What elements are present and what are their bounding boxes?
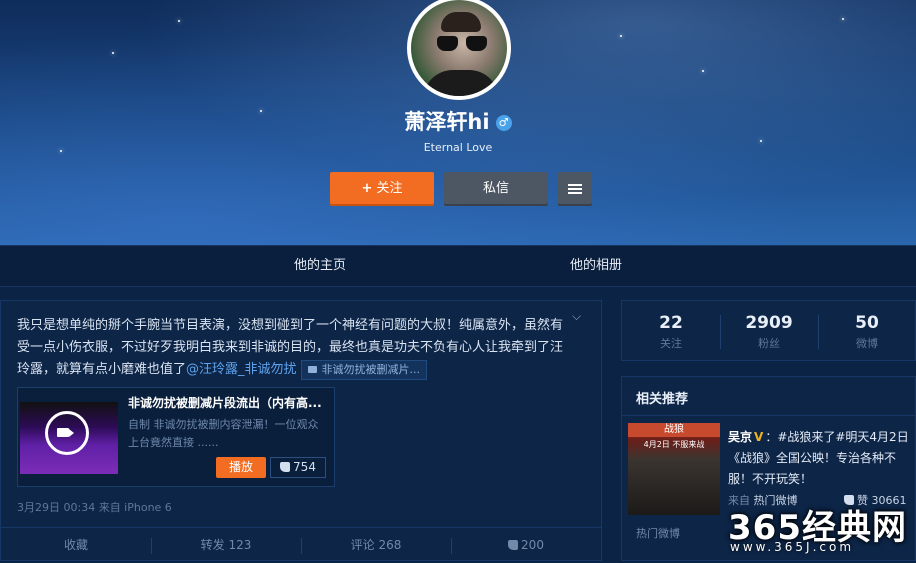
like-count: 200 xyxy=(521,538,544,552)
stat-posts[interactable]: 50 微博 xyxy=(818,313,916,351)
profile-name-row: 萧泽轩hi ♂ xyxy=(0,106,916,136)
hot-weibo-label: 热门微博 xyxy=(636,527,680,540)
video-camera-icon xyxy=(57,428,74,437)
divider xyxy=(622,415,915,416)
recommend-user-link[interactable]: 吴京 xyxy=(728,430,752,444)
male-gender-icon: ♂ xyxy=(495,115,512,131)
chevron-down-icon[interactable]: ⌵ xyxy=(572,309,586,323)
message-button-label: 私信 xyxy=(482,181,509,196)
stat-following[interactable]: 22 关注 xyxy=(622,313,720,351)
video-link-label: 非诚勿扰被删减片... xyxy=(321,362,421,376)
tab-album[interactable]: 他的相册 xyxy=(570,246,622,286)
thumbs-up-icon xyxy=(280,462,291,472)
follow-button-label: 关注 xyxy=(376,181,403,196)
stat-value: 22 xyxy=(659,313,683,333)
star-decoration xyxy=(178,20,180,22)
star-decoration xyxy=(842,18,844,20)
hamburger-icon xyxy=(568,184,582,194)
video-camera-icon xyxy=(307,366,317,373)
stat-label: 粉丝 xyxy=(758,337,780,350)
stat-value: 50 xyxy=(855,313,879,333)
watermark-url: www.365J.com xyxy=(730,540,855,554)
more-menu-button[interactable] xyxy=(558,172,592,206)
message-button[interactable]: 私信 xyxy=(444,172,548,206)
feed-post-card: ⌵ 我只是想单纯的掰个手腕当节目表演，没想到碰到了一个神经有问题的大叔！纯属意外… xyxy=(0,300,602,561)
post-text: 我只是想单纯的掰个手腕当节目表演，没想到碰到了一个神经有问题的大叔！纯属意外，虽… xyxy=(17,315,572,381)
favorite-button[interactable]: 收藏 xyxy=(1,528,151,563)
video-like-count: 754 xyxy=(293,460,316,474)
post-actions: 收藏 转发 123 评论 268 200 xyxy=(1,527,601,563)
stat-label: 微博 xyxy=(856,337,878,350)
recommend-title: 相关推荐 xyxy=(636,392,689,407)
plus-icon: + xyxy=(361,181,373,196)
repost-button[interactable]: 转发 123 xyxy=(151,528,301,563)
star-decoration xyxy=(620,35,622,37)
star-decoration xyxy=(112,52,114,54)
profile-banner: 萧泽轩hi ♂ Eternal Love + 关注 私信 xyxy=(0,0,916,245)
avatar-shirt xyxy=(423,70,499,96)
profile-motto: Eternal Love xyxy=(423,141,493,154)
avatar-hair xyxy=(441,12,481,32)
play-button[interactable]: 播放 xyxy=(216,457,266,478)
avatar-sunglasses xyxy=(437,36,487,52)
stat-followers[interactable]: 2909 粉丝 xyxy=(720,313,818,351)
follow-button[interactable]: + 关注 xyxy=(330,172,434,206)
play-circle-icon xyxy=(45,411,89,455)
like-button[interactable]: 200 xyxy=(451,528,601,563)
video-card[interactable]: 非诚勿扰被删减片段流出（内有高... 自制 非诚勿扰被删内容泄漏！一位观众上台竟… xyxy=(17,387,335,487)
poster-subtitle: 4月2日 不服来战 xyxy=(643,440,705,449)
poster-title: 战狼 xyxy=(628,423,720,437)
video-link-tag[interactable]: 非诚勿扰被删减片... xyxy=(300,359,428,380)
video-description: 自制 非诚勿扰被删内容泄漏！一位观众上台竟然直接 ...... xyxy=(128,418,319,449)
thumbs-up-icon xyxy=(508,540,519,550)
video-thumbnail[interactable] xyxy=(20,402,118,474)
mention-link[interactable]: @汪玲露_非诚勿扰 xyxy=(186,362,297,377)
verified-badge-icon: V xyxy=(754,430,764,444)
stat-label: 关注 xyxy=(660,337,682,350)
stats-card: 22 关注 2909 粉丝 50 微博 xyxy=(621,300,916,361)
profile-name[interactable]: 萧泽轩hi xyxy=(404,110,489,134)
stat-value: 2909 xyxy=(745,313,793,333)
video-like-button[interactable]: 754 xyxy=(270,457,326,478)
comment-button[interactable]: 评论 268 xyxy=(301,528,451,563)
post-meta: 3月29日 00:34 来自 iPhone 6 xyxy=(17,501,172,514)
video-title[interactable]: 非诚勿扰被删减片段流出（内有高... xyxy=(128,394,328,411)
star-decoration xyxy=(702,70,704,72)
recommend-text: 吴京 V ：#战狼来了#明天4月2日《战狼》全国公映！专治各种不服！不开玩笑！ xyxy=(728,427,912,490)
movie-poster-image[interactable]: 战狼 4月2日 不服来战 xyxy=(628,423,720,515)
profile-nav: 他的主页 他的相册 xyxy=(0,245,916,287)
avatar[interactable] xyxy=(407,0,511,100)
tab-home[interactable]: 他的主页 xyxy=(294,246,346,286)
